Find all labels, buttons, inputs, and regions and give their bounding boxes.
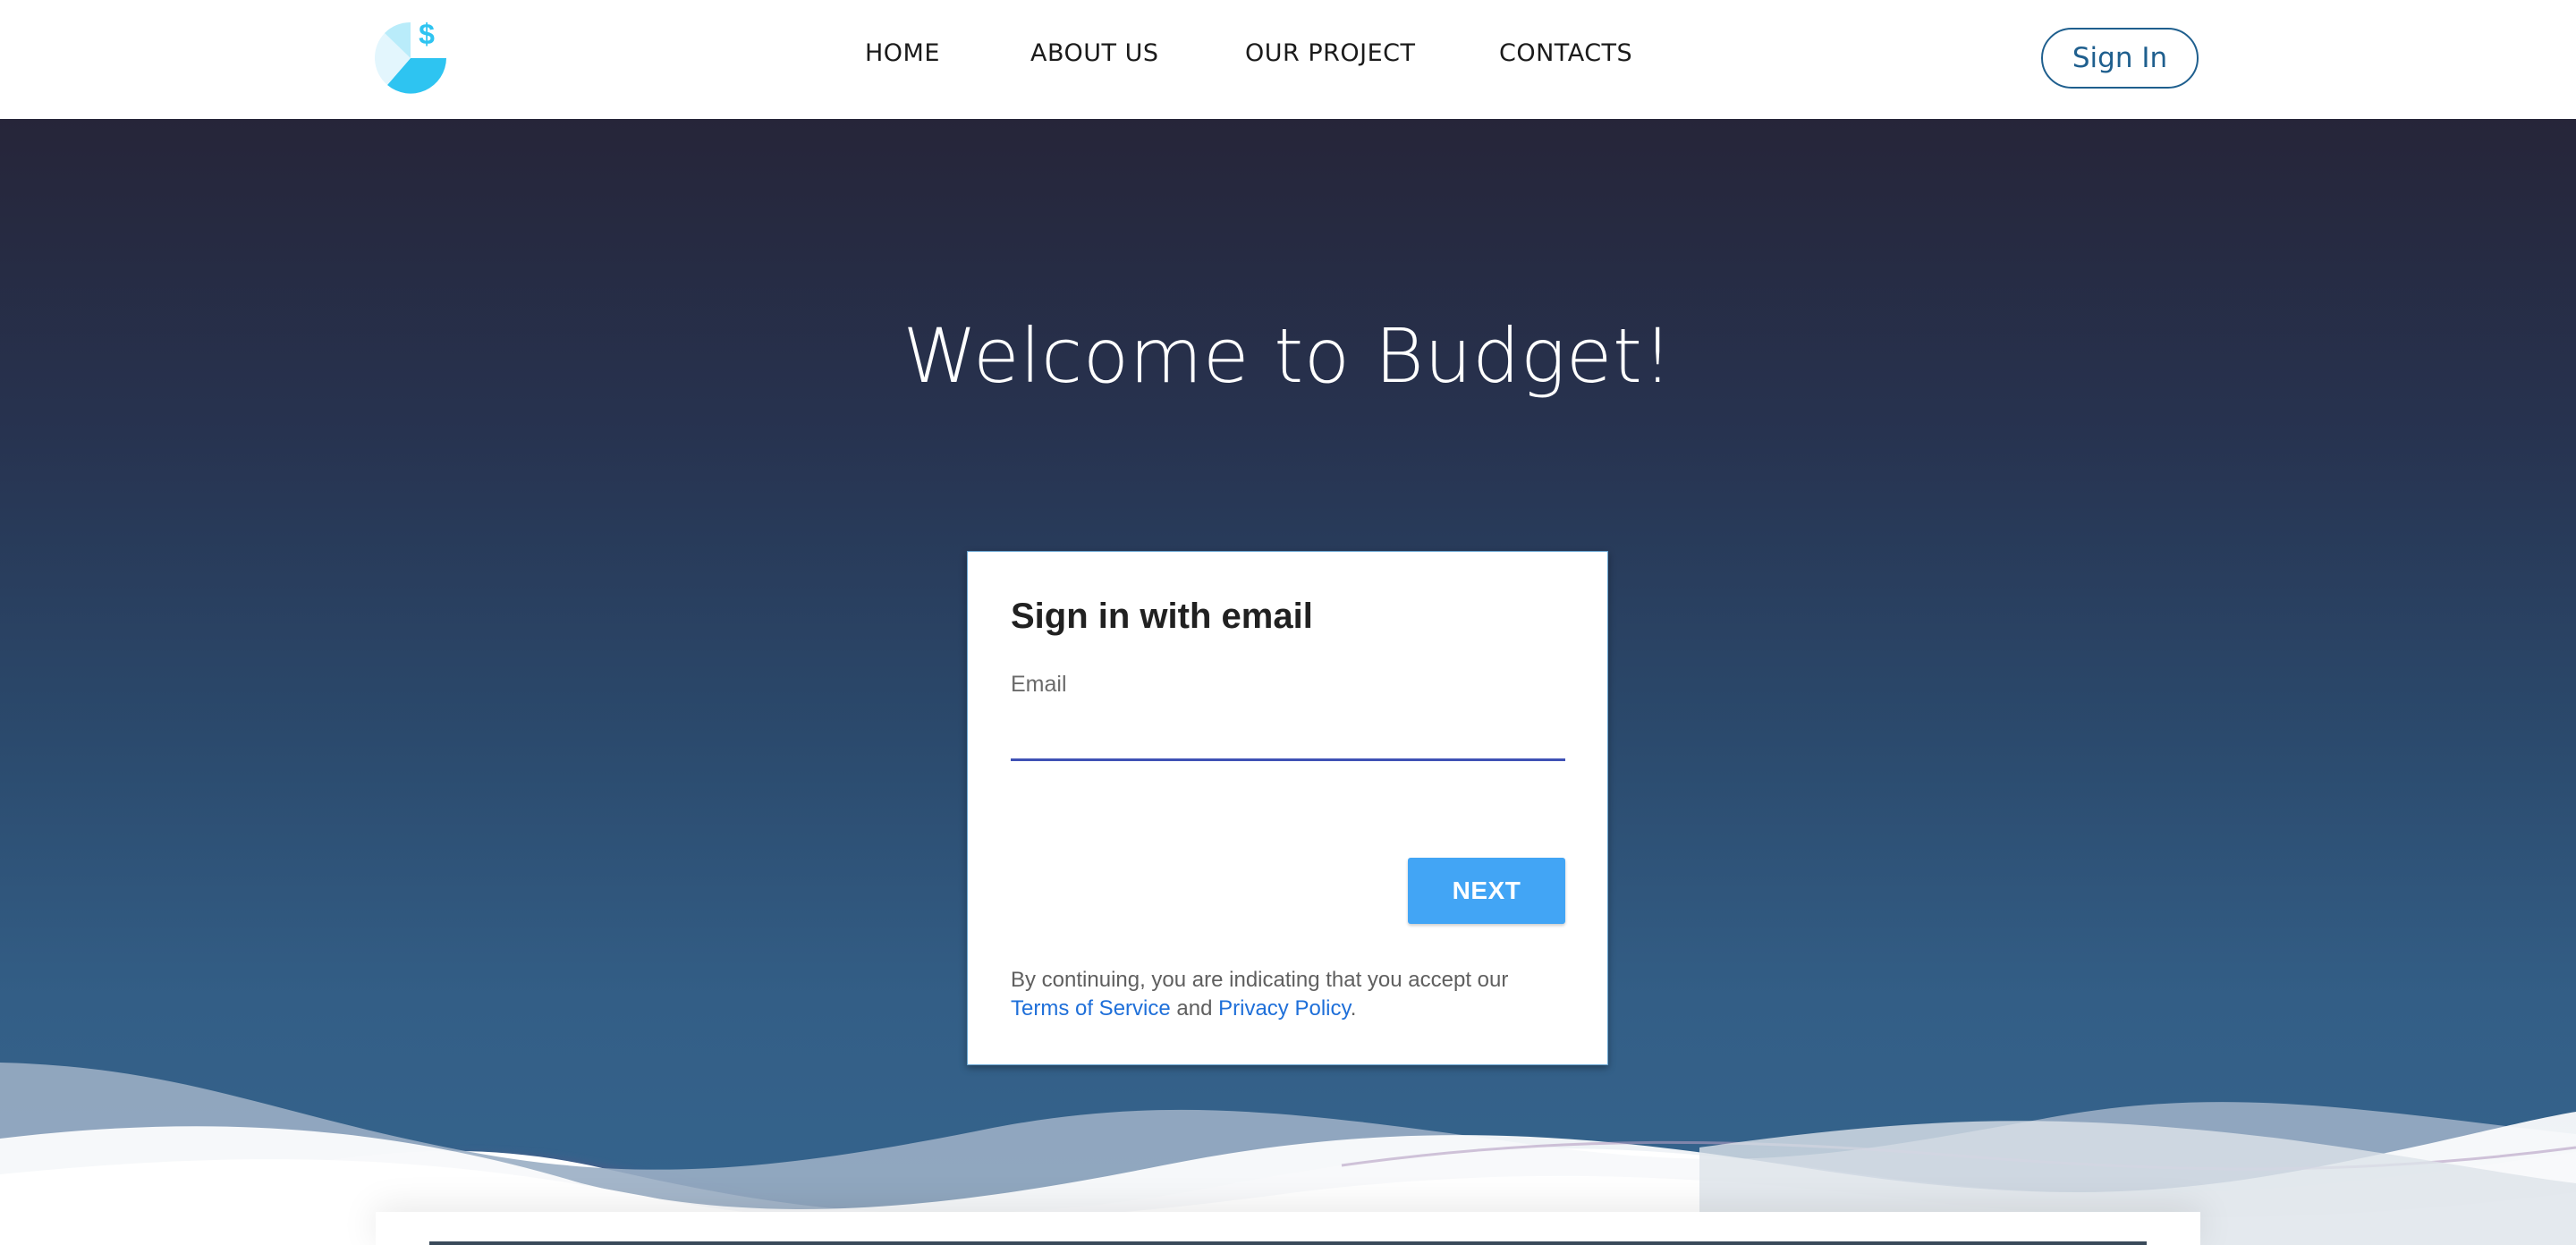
legal-suffix: .	[1350, 996, 1357, 1021]
legal-prefix: By continuing, you are indicating that y…	[1011, 968, 1509, 992]
sign-in-button[interactable]: Sign In	[2041, 28, 2199, 89]
hero-section: Welcome to Budget! Sign in with email Em…	[0, 119, 2576, 1245]
next-button[interactable]: NEXT	[1408, 858, 1565, 924]
email-field[interactable]	[1011, 704, 1565, 761]
nav-link-our-project[interactable]: OUR PROJECT	[1245, 39, 1416, 67]
nav-link-about-us[interactable]: ABOUT US	[1030, 39, 1159, 67]
top-navbar: $ HOME ABOUT US OUR PROJECT CONTACTS Sig…	[0, 0, 2576, 119]
legal-and: and	[1176, 996, 1213, 1021]
hero-title: Welcome to Budget!	[902, 312, 1674, 401]
email-label: Email	[1011, 672, 1067, 697]
card-title: Sign in with email	[1011, 597, 1313, 636]
privacy-policy-link[interactable]: Privacy Policy	[1218, 996, 1351, 1021]
sign-in-card: Sign in with email Email NEXT By continu…	[967, 551, 1608, 1065]
bottom-divider	[429, 1241, 2147, 1245]
terms-of-service-link[interactable]: Terms of Service	[1011, 996, 1171, 1021]
nav-link-home[interactable]: HOME	[865, 39, 940, 67]
nav-link-contacts[interactable]: CONTACTS	[1499, 39, 1632, 67]
bottom-content-panel	[376, 1212, 2200, 1245]
legal-notice: By continuing, you are indicating that y…	[1011, 966, 1574, 1023]
